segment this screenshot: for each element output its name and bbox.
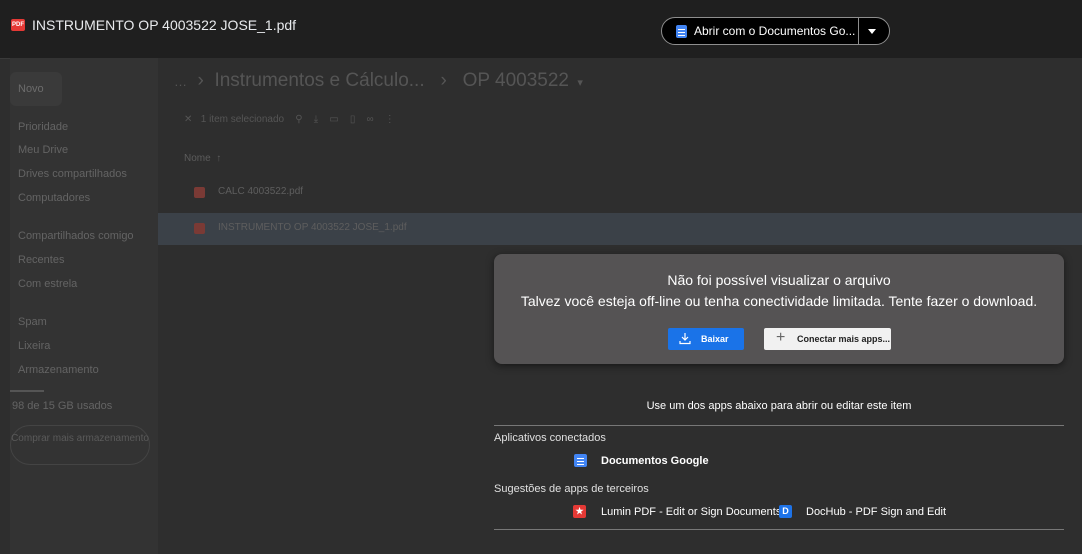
divider xyxy=(494,529,1064,530)
chevron-down-icon[interactable] xyxy=(868,29,876,34)
breadcrumb-separator-icon: › xyxy=(192,70,210,91)
sort-arrow-icon[interactable]: ↑ xyxy=(213,153,221,164)
close-icon[interactable]: ✕ xyxy=(184,114,192,125)
file-name: INSTRUMENTO OP 4003522 JOSE_1.pdf xyxy=(218,222,407,233)
lumin-icon: ★ xyxy=(573,505,586,518)
name-column-header[interactable]: Nome ↑ xyxy=(184,153,221,164)
breadcrumb-parent[interactable]: Instrumentos e Cálculo... xyxy=(214,70,424,91)
viewer-top-bar: PDF INSTRUMENTO OP 4003522 JOSE_1.pdf Ab… xyxy=(0,0,1082,59)
dialog-title: Não foi possível visualizar o arquivo xyxy=(667,272,891,288)
drive-sidebar: Novo Prioridade Meu Drive Drives compart… xyxy=(10,58,158,554)
storage-bar xyxy=(10,390,44,392)
dochub-icon: D xyxy=(779,505,792,518)
sidebar-item-storage[interactable]: Armazenamento xyxy=(18,364,99,376)
file-row[interactable]: INSTRUMENTO OP 4003522 JOSE_1.pdf xyxy=(158,213,1082,245)
pdf-file-icon xyxy=(194,187,205,198)
sidebar-item-shared-with-me[interactable]: Compartilhados comigo xyxy=(18,230,134,242)
download-icon[interactable]: ⤓ xyxy=(305,114,318,125)
name-column-label: Nome xyxy=(184,153,211,164)
breadcrumb-current[interactable]: OP 4003522 xyxy=(463,70,569,91)
delete-icon[interactable]: ▯ xyxy=(341,114,356,125)
file-name: CALC 4003522.pdf xyxy=(218,186,304,197)
connect-apps-label: Conectar mais apps... xyxy=(797,334,891,344)
sidebar-item-trash[interactable]: Lixeira xyxy=(18,340,50,352)
file-row[interactable]: CALC 4003522.pdf xyxy=(158,177,1082,209)
file-title: INSTRUMENTO OP 4003522 JOSE_1.pdf xyxy=(32,17,297,33)
docs-icon xyxy=(574,454,587,467)
pdf-file-icon: PDF xyxy=(11,19,25,31)
download-button[interactable]: Baixar xyxy=(668,328,744,350)
sidebar-item-spam[interactable]: Spam xyxy=(18,316,47,328)
storage-text: 98 de 15 GB usados xyxy=(12,400,113,412)
sidebar-item-computers[interactable]: Computadores xyxy=(18,192,90,204)
app-dochub[interactable]: DocHub - PDF Sign and Edit xyxy=(806,506,946,518)
sidebar-item-starred[interactable]: Com estrela xyxy=(18,278,77,290)
app-lumin-pdf[interactable]: Lumin PDF - Edit or Sign Documents xyxy=(601,506,781,518)
chevron-down-icon[interactable]: ▾ xyxy=(574,77,583,89)
breadcrumb-more[interactable]: … xyxy=(174,74,187,89)
open-with-label: Abrir com o Documentos Go... xyxy=(694,24,856,38)
more-vert-icon[interactable]: ⋮ xyxy=(376,114,395,125)
sidebar-item-shared-drives[interactable]: Drives compartilhados xyxy=(18,168,127,180)
plus-icon: + xyxy=(776,329,786,346)
open-with-button[interactable]: Abrir com o Documentos Go... xyxy=(661,17,890,45)
google-docs-icon xyxy=(676,25,687,38)
sidebar-item-recent[interactable]: Recentes xyxy=(18,254,64,266)
breadcrumb-separator-icon: › xyxy=(429,70,458,91)
apps-hint: Use um dos apps abaixo para abrir ou edi… xyxy=(646,400,912,412)
download-label: Baixar xyxy=(701,334,729,344)
link-icon[interactable]: ∞ xyxy=(358,114,373,125)
sidebar-item-priority[interactable]: Prioridade xyxy=(18,121,68,133)
share-icon[interactable]: ⚲ xyxy=(287,114,302,125)
dialog-message: Talvez você esteja off-line ou tenha con… xyxy=(520,293,1038,309)
pdf-file-icon xyxy=(194,223,205,234)
connected-apps-title: Aplicativos conectados xyxy=(494,432,606,444)
app-google-docs[interactable]: Documentos Google xyxy=(601,455,709,467)
divider xyxy=(494,425,1064,426)
sidebar-item-my-drive[interactable]: Meu Drive xyxy=(18,144,68,156)
preview-error-dialog: Não foi possível visualizar o arquivo Ta… xyxy=(494,254,1064,364)
breadcrumb: … › Instrumentos e Cálculo... › OP 40035… xyxy=(174,70,583,92)
connect-apps-button[interactable]: + Conectar mais apps... xyxy=(764,328,891,350)
move-icon[interactable]: ▭ xyxy=(321,114,338,125)
selection-count: 1 item selecionado xyxy=(200,114,285,125)
selection-toolbar: ✕ 1 item selecionado ⚲ ⤓ ▭ ▯ ∞ ⋮ xyxy=(184,114,395,125)
buy-storage-button[interactable]: Comprar mais armazenamento xyxy=(10,425,150,465)
open-with-divider xyxy=(858,18,859,44)
new-button[interactable]: Novo xyxy=(10,72,62,106)
download-icon xyxy=(679,333,691,345)
suggested-apps-title: Sugestões de apps de terceiros xyxy=(494,483,649,495)
